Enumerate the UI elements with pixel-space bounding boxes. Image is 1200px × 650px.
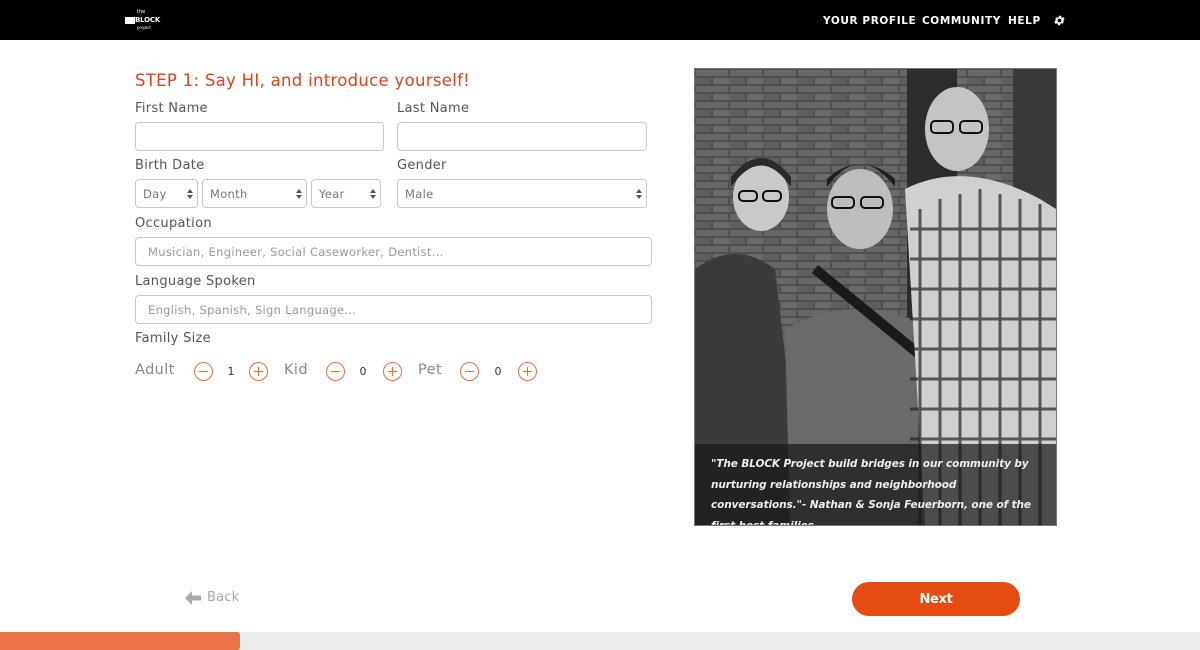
host-family-photo: "The BLOCK Project build bridges in our … bbox=[694, 68, 1057, 526]
birth-year-value: Year bbox=[319, 187, 345, 201]
birth-month-value: Month bbox=[210, 187, 248, 201]
minus-icon bbox=[199, 371, 208, 373]
progress-bar bbox=[0, 632, 1200, 650]
gear-icon[interactable] bbox=[1053, 14, 1066, 27]
next-button[interactable]: Next bbox=[852, 582, 1020, 616]
plus-icon-v bbox=[392, 367, 394, 376]
birth-day-value: Day bbox=[143, 187, 167, 201]
select-arrows-icon bbox=[370, 189, 376, 199]
back-label: Back bbox=[207, 590, 240, 605]
pet-label: Pet bbox=[418, 362, 443, 378]
language-input[interactable] bbox=[135, 295, 652, 324]
step-title: STEP 1: Say HI, and introduce yourself! bbox=[135, 71, 471, 90]
plus-icon-v bbox=[258, 367, 260, 376]
logo-bar bbox=[125, 17, 135, 24]
occupation-input[interactable] bbox=[135, 237, 652, 266]
minus-icon bbox=[465, 371, 474, 373]
progress-bar-fill bbox=[0, 632, 240, 650]
family-size-label: Family Size bbox=[135, 331, 211, 346]
language-label: Language Spoken bbox=[135, 274, 256, 289]
kid-label: Kid bbox=[284, 362, 308, 378]
nav-community[interactable]: COMMUNITY bbox=[922, 15, 1001, 27]
logo-text-block: BLOCK bbox=[135, 16, 161, 24]
pet-count: 0 bbox=[494, 365, 502, 378]
gender-select[interactable]: Male bbox=[397, 179, 647, 208]
pet-decrement-button[interactable] bbox=[460, 362, 479, 381]
arrow-left-icon bbox=[185, 591, 201, 605]
photo-caption-text: "The BLOCK Project build bridges in our … bbox=[711, 458, 1031, 526]
pet-increment-button[interactable] bbox=[518, 362, 537, 381]
last-name-label: Last Name bbox=[397, 101, 470, 116]
kid-decrement-button[interactable] bbox=[326, 362, 345, 381]
last-name-input[interactable] bbox=[397, 122, 647, 151]
nav-your-profile[interactable]: YOUR PROFILE bbox=[823, 15, 916, 27]
birth-day-select[interactable]: Day bbox=[135, 179, 198, 208]
adult-decrement-button[interactable] bbox=[194, 362, 213, 381]
adult-increment-button[interactable] bbox=[249, 362, 268, 381]
first-name-input[interactable] bbox=[135, 122, 384, 151]
gender-label: Gender bbox=[397, 158, 447, 173]
select-arrows-icon bbox=[296, 189, 302, 199]
select-arrows-icon bbox=[187, 189, 193, 199]
kid-increment-button[interactable] bbox=[383, 362, 402, 381]
adult-count: 1 bbox=[227, 365, 235, 378]
logo-text-the: the bbox=[137, 9, 146, 15]
nav-help[interactable]: HELP bbox=[1008, 15, 1041, 27]
top-navigation-bar: the BLOCK project YOUR PROFILE COMMUNITY… bbox=[0, 0, 1200, 40]
select-arrows-icon bbox=[636, 189, 642, 199]
birth-year-select[interactable]: Year bbox=[311, 179, 381, 208]
minus-icon bbox=[331, 371, 340, 373]
kid-count: 0 bbox=[359, 365, 367, 378]
plus-icon-v bbox=[527, 367, 529, 376]
birth-month-select[interactable]: Month bbox=[202, 179, 307, 208]
photo-caption-box: "The BLOCK Project build bridges in our … bbox=[695, 444, 1056, 526]
gender-value: Male bbox=[405, 187, 434, 201]
block-project-logo[interactable]: the BLOCK project bbox=[125, 9, 161, 32]
adult-label: Adult bbox=[135, 362, 175, 378]
occupation-label: Occupation bbox=[135, 216, 212, 231]
logo-text-project: project bbox=[137, 25, 151, 30]
first-name-label: First Name bbox=[135, 101, 208, 116]
birth-date-label: Birth Date bbox=[135, 158, 205, 173]
